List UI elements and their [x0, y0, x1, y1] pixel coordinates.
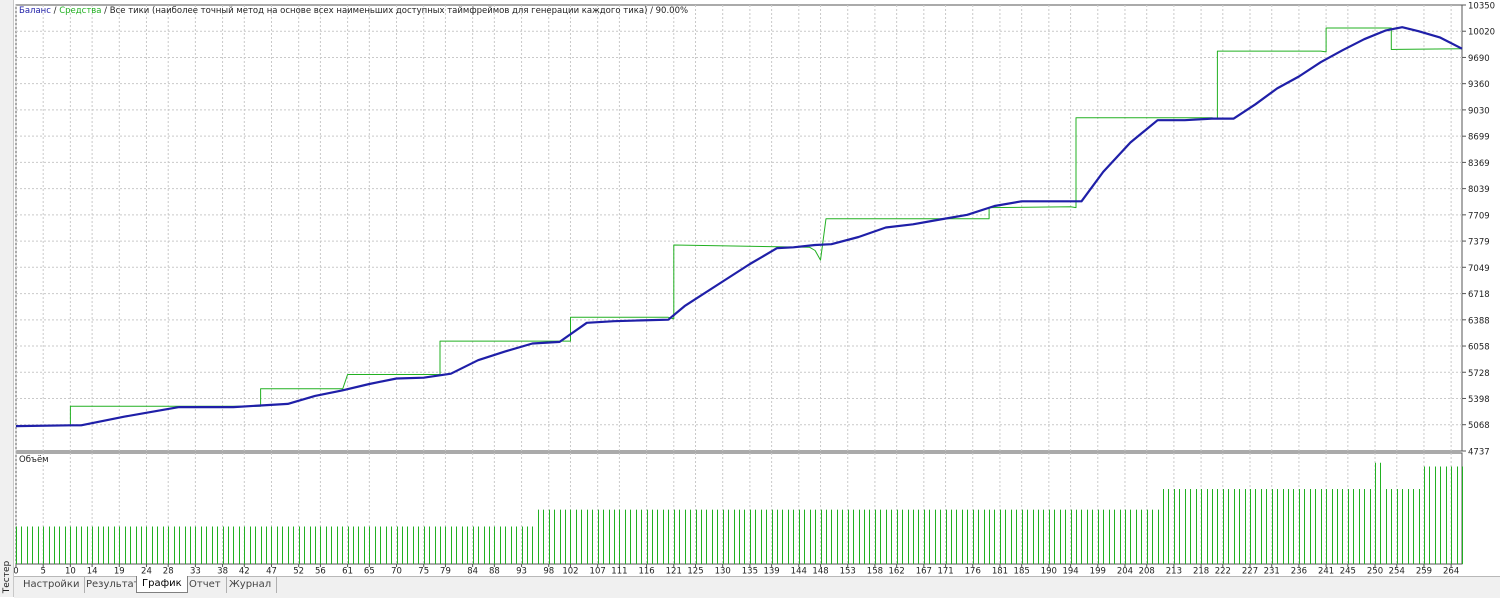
- x-tick-label: 79: [440, 567, 451, 577]
- x-tick-label: 144: [791, 567, 807, 577]
- x-tick-label: 42: [239, 567, 250, 577]
- x-tick-label: 208: [1139, 567, 1155, 577]
- x-tick-label: 204: [1117, 567, 1133, 577]
- x-tick-label: 176: [965, 567, 981, 577]
- x-tick-label: 28: [163, 567, 174, 577]
- y-tick-label: 6058: [1468, 343, 1490, 353]
- x-tick-label: 241: [1318, 567, 1334, 577]
- y-tick-label: 7709: [1468, 211, 1490, 221]
- legend-sep: /: [51, 6, 59, 16]
- x-tick-label: 52: [293, 567, 304, 577]
- x-tick-label: 19: [114, 567, 125, 577]
- x-tick-label: 47: [266, 567, 277, 577]
- x-tick-label: 139: [763, 567, 779, 577]
- x-tick-label: 5: [40, 567, 45, 577]
- side-label: Тестер: [2, 560, 12, 594]
- x-tick-label: 222: [1215, 567, 1231, 577]
- volume-label: Объём: [19, 455, 49, 465]
- x-tick-label: 93: [516, 567, 527, 577]
- y-tick-label: 4737: [1468, 448, 1490, 458]
- x-tick-label: 107: [590, 567, 606, 577]
- y-tick-label: 5728: [1468, 369, 1490, 379]
- x-tick-label: 84: [467, 567, 478, 577]
- y-tick-label: 5398: [1468, 395, 1490, 405]
- x-tick-label: 111: [611, 567, 627, 577]
- legend-balance: Баланс: [19, 6, 51, 16]
- y-tick-label: 7049: [1468, 264, 1490, 274]
- tester-side-panel: Тестер: [0, 0, 14, 597]
- tab-journal[interactable]: Журнал: [224, 577, 278, 593]
- x-tick-label: 130: [715, 567, 731, 577]
- y-tick-label: 8039: [1468, 185, 1490, 195]
- y-tick-label: 9360: [1468, 80, 1490, 90]
- x-tick-label: 236: [1291, 567, 1307, 577]
- x-tick-label: 33: [190, 567, 201, 577]
- y-tick-label: 9030: [1468, 106, 1490, 116]
- x-tick-label: 10: [65, 567, 76, 577]
- tab-bar: Настройки Результаты График Отчет Журнал: [14, 576, 1500, 598]
- chart-header: Баланс / Средства / Все тики (наиболее т…: [19, 6, 688, 16]
- x-tick-label: 121: [666, 567, 682, 577]
- x-tick-label: 254: [1389, 567, 1405, 577]
- main-plot-frame: [15, 4, 1463, 452]
- x-tick-label: 0: [13, 567, 18, 577]
- x-tick-label: 250: [1367, 567, 1383, 577]
- x-tick-label: 231: [1264, 567, 1280, 577]
- x-tick-label: 38: [217, 567, 228, 577]
- x-tick-label: 88: [489, 567, 500, 577]
- x-tick-label: 181: [992, 567, 1008, 577]
- y-tick-label: 5068: [1468, 421, 1490, 431]
- x-tick-label: 70: [391, 567, 402, 577]
- y-tick-label: 9690: [1468, 54, 1490, 64]
- x-tick-label: 213: [1166, 567, 1182, 577]
- x-tick-label: 264: [1443, 567, 1459, 577]
- y-tick-label: 7379: [1468, 238, 1490, 248]
- x-tick-label: 162: [889, 567, 905, 577]
- x-tick-label: 135: [742, 567, 758, 577]
- x-tick-label: 24: [141, 567, 152, 577]
- tab-report[interactable]: Отчет: [184, 577, 227, 593]
- x-tick-label: 190: [1041, 567, 1057, 577]
- x-tick-label: 218: [1193, 567, 1209, 577]
- y-tick-label: 10020: [1468, 28, 1495, 38]
- x-tick-label: 56: [315, 567, 326, 577]
- y-tick-label: 10350: [1468, 2, 1495, 12]
- x-tick-label: 14: [87, 567, 98, 577]
- x-tick-label: 75: [418, 567, 429, 577]
- legend-equity: Средства: [59, 6, 101, 16]
- x-tick-label: 259: [1416, 567, 1432, 577]
- y-tick-label: 8699: [1468, 133, 1490, 143]
- x-tick-label: 148: [812, 567, 828, 577]
- y-tick-label: 6388: [1468, 316, 1490, 326]
- tab-graph[interactable]: График: [136, 576, 188, 593]
- x-tick-label: 102: [562, 567, 578, 577]
- x-tick-label: 125: [687, 567, 703, 577]
- x-tick-label: 185: [1014, 567, 1030, 577]
- x-tick-label: 199: [1090, 567, 1106, 577]
- legend-mode: / Все тики (наиболее точный метод на осн…: [101, 6, 688, 16]
- x-tick-label: 98: [543, 567, 554, 577]
- x-tick-label: 153: [840, 567, 856, 577]
- x-tick-label: 61: [342, 567, 353, 577]
- x-tick-label: 167: [916, 567, 932, 577]
- x-tick-label: 65: [364, 567, 375, 577]
- y-tick-label: 6718: [1468, 290, 1490, 300]
- x-tick-label: 116: [638, 567, 654, 577]
- x-tick-label: 171: [937, 567, 953, 577]
- x-tick-label: 194: [1062, 567, 1078, 577]
- x-tick-label: 227: [1242, 567, 1258, 577]
- x-tick-label: 158: [867, 567, 883, 577]
- y-tick-label: 8369: [1468, 159, 1490, 169]
- tab-settings[interactable]: Настройки: [18, 577, 86, 593]
- tester-chart: 10350 10020 9690 9360 9030 8699 8369 8039 7709 73…: [13, 2, 1495, 577]
- x-tick-label: 245: [1340, 567, 1356, 577]
